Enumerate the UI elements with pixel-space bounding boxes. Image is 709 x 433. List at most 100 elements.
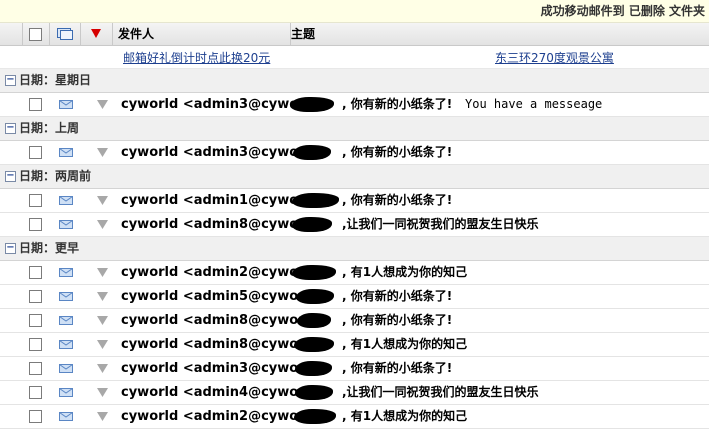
redacted-mark (294, 409, 336, 424)
mail-row[interactable]: cyworld <admin3@cywor , 你有新的小纸条了! You have… (0, 93, 709, 117)
flag-icon[interactable] (97, 268, 108, 278)
subject[interactable]: , 你有新的小纸条了! (342, 357, 452, 380)
row-checkbox[interactable] (29, 266, 42, 279)
sender: cyworld <admin2@cywor (121, 409, 305, 424)
column-flag[interactable] (81, 23, 113, 45)
flag-icon[interactable] (97, 316, 108, 326)
sender: cyworld <admin2@cywor (121, 265, 305, 280)
row-checkbox[interactable] (29, 146, 42, 159)
mail-list: − 日期：星期日 cyworld <admin3@cywor, 你有新的小纸条了! Y… (0, 69, 709, 429)
envelope-icon (59, 364, 73, 373)
mail-row[interactable]: cyworld <admin8@cywor ,让我们一同祝贺我们的盟友生日快乐 (0, 213, 709, 237)
row-checkbox[interactable] (29, 362, 42, 375)
flag-icon[interactable] (97, 196, 108, 206)
sender: cyworld <admin8@cywor (121, 313, 305, 328)
subject[interactable]: , 你有新的小纸条了! (342, 189, 452, 212)
mail-row[interactable]: cyworld <admin4@cywor ,让我们一同祝贺我们的盟友生日快乐 (0, 381, 709, 405)
red-flag-icon (91, 29, 101, 38)
message-icon (57, 28, 73, 40)
group-label: 日期：两周前 (19, 169, 92, 183)
select-all-checkbox[interactable] (29, 28, 42, 41)
envelope-icon (59, 292, 73, 301)
envelope-icon (59, 196, 73, 205)
subject[interactable]: , 有1人想成为你的知己 (342, 405, 467, 428)
sender: cyworld <admin4@cywor (121, 385, 305, 400)
mail-row[interactable]: cyworld <admin2@cywor , 有1人想成为你的知己 (0, 405, 709, 429)
flag-icon[interactable] (97, 220, 108, 230)
envelope-icon (59, 316, 73, 325)
subject[interactable]: , 你有新的小纸条了! (342, 309, 452, 332)
mail-row[interactable]: cyworld <admin3@cywor , 你有新的小纸条了! (0, 141, 709, 165)
redacted-mark (296, 289, 334, 304)
envelope-icon (59, 100, 73, 109)
group-header[interactable]: − 日期：更早 (0, 237, 709, 261)
redacted-mark (297, 313, 331, 328)
row-checkbox[interactable] (29, 290, 42, 303)
envelope-icon (59, 412, 73, 421)
sender: cyworld <admin3@cywor (121, 97, 305, 112)
redacted-mark (290, 97, 334, 112)
envelope-icon (59, 268, 73, 277)
subject[interactable]: , 有1人想成为你的知己 (342, 333, 467, 356)
mail-row[interactable]: cyworld <admin8@cywor , 你有新的小纸条了! (0, 309, 709, 333)
redacted-mark (292, 265, 336, 280)
column-select-all[interactable] (22, 23, 50, 45)
row-checkbox[interactable] (29, 314, 42, 327)
collapse-icon[interactable]: − (5, 75, 16, 86)
redacted-mark (294, 337, 334, 352)
sender: cyworld <admin3@cywor (121, 145, 305, 160)
subject[interactable]: ,让我们一同祝贺我们的盟友生日快乐 (342, 381, 539, 404)
redacted-mark (293, 145, 331, 160)
column-sender[interactable]: 发件人 (113, 23, 291, 45)
subject[interactable]: ,让我们一同祝贺我们的盟友生日快乐 (342, 213, 539, 236)
sender: cyworld <admin5@cywor (121, 289, 305, 304)
group-label: 日期：更早 (19, 241, 80, 255)
column-spacer (0, 23, 23, 45)
column-subject[interactable]: 主题 (286, 23, 709, 45)
mail-row[interactable]: cyworld <admin3@cywor , 你有新的小纸条了! (0, 357, 709, 381)
group-header[interactable]: − 日期：星期日 (0, 69, 709, 93)
ad-link-gift[interactable]: 邮箱好礼倒计时点此换20元 (123, 49, 270, 66)
flag-icon[interactable] (97, 148, 108, 158)
subject[interactable]: , 你有新的小纸条了! (342, 285, 452, 308)
row-checkbox[interactable] (29, 218, 42, 231)
redacted-mark (295, 385, 333, 400)
collapse-icon[interactable]: − (5, 123, 16, 134)
column-read-status[interactable] (50, 23, 81, 45)
redacted-mark (292, 217, 332, 232)
envelope-icon (59, 148, 73, 157)
row-checkbox[interactable] (29, 338, 42, 351)
flag-icon[interactable] (97, 340, 108, 350)
subject[interactable]: , 你有新的小纸条了! (342, 141, 452, 164)
group-header[interactable]: − 日期：两周前 (0, 165, 709, 189)
sender: cyworld <admin1@cywor (121, 193, 305, 208)
mail-row[interactable]: cyworld <admin8@cywor , 有1人想成为你的知己 (0, 333, 709, 357)
flag-icon[interactable] (97, 412, 108, 422)
envelope-icon (59, 388, 73, 397)
collapse-icon[interactable]: − (5, 243, 16, 254)
mail-row[interactable]: cyworld <admin2@cywor , 有1人想成为你的知己 (0, 261, 709, 285)
flag-icon[interactable] (97, 100, 108, 110)
subject[interactable]: , 有1人想成为你的知己 (342, 261, 467, 284)
mail-row[interactable]: cyworld <admin5@cywor , 你有新的小纸条了! (0, 285, 709, 309)
status-notice: 成功移动邮件到 已删除 文件夹 (0, 0, 709, 23)
column-header: 发件人 主题 (0, 23, 709, 46)
subject[interactable]: , 你有新的小纸条了! (342, 93, 452, 116)
envelope-icon (59, 220, 73, 229)
row-checkbox[interactable] (29, 386, 42, 399)
flag-icon[interactable] (97, 364, 108, 374)
redacted-mark (292, 193, 339, 208)
mail-row[interactable]: cyworld <admin1@cywor , 你有新的小纸条了! (0, 189, 709, 213)
group-label: 日期：星期日 (19, 73, 92, 87)
flag-icon[interactable] (97, 292, 108, 302)
flag-icon[interactable] (97, 388, 108, 398)
row-checkbox[interactable] (29, 194, 42, 207)
sender: cyworld <admin8@cywor (121, 217, 305, 232)
annotation-text: You have a messeage (465, 97, 603, 111)
group-header[interactable]: − 日期：上周 (0, 117, 709, 141)
row-checkbox[interactable] (29, 410, 42, 423)
ad-link-apartment[interactable]: 东三环270度观景公寓 (495, 49, 614, 66)
collapse-icon[interactable]: − (5, 171, 16, 182)
mail-list-page: 成功移动邮件到 已删除 文件夹 发件人 主题 邮箱好礼倒计时点此换20元 东三环… (0, 0, 709, 433)
row-checkbox[interactable] (29, 98, 42, 111)
